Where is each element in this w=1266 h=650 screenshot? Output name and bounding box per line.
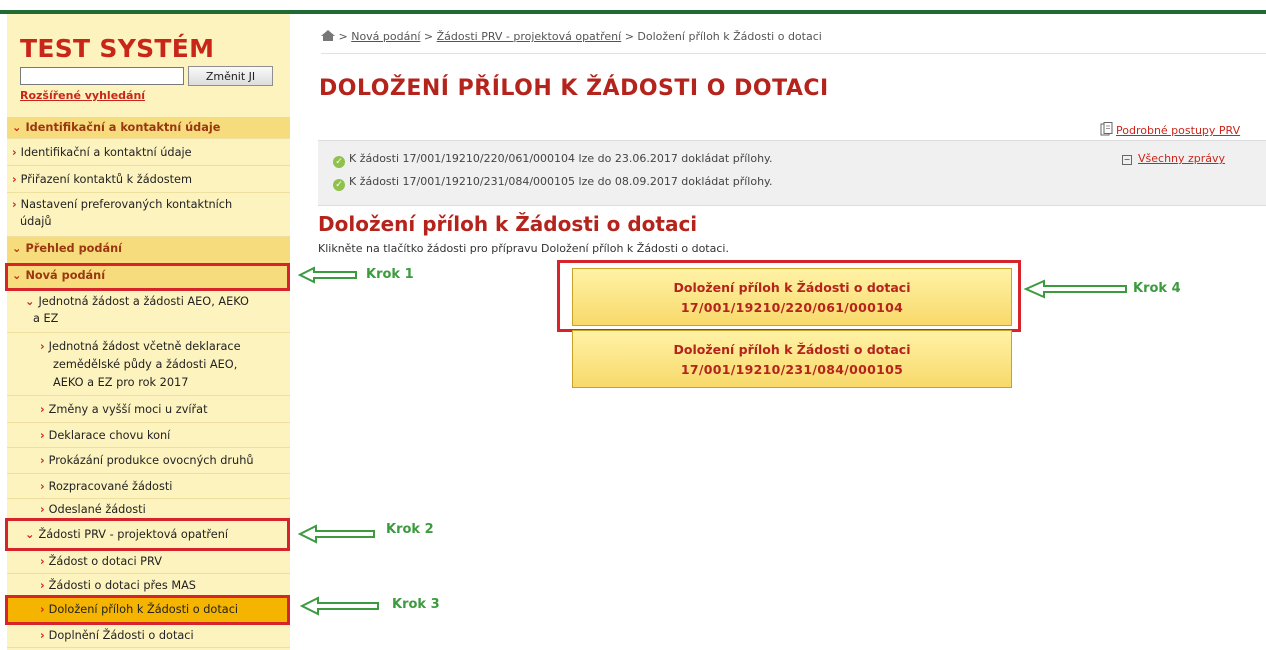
section-title: Doložení příloh k Žádosti o dotaci bbox=[318, 212, 698, 236]
sidebar-item-label-line2: údajů bbox=[20, 215, 52, 228]
divider bbox=[321, 53, 1266, 54]
sidebar-item-label: Identifikační a kontaktní údaje bbox=[25, 121, 221, 134]
page-title: DOLOŽENÍ PŘÍLOH K ŽÁDOSTI O DOTACI bbox=[319, 76, 829, 101]
chevron-right-icon: › bbox=[40, 579, 45, 592]
check-icon: ✓ bbox=[333, 179, 345, 191]
sidebar-item-label: Identifikační a kontaktní údaje bbox=[20, 146, 192, 159]
procedures-link[interactable]: Podrobné postupy PRV bbox=[1100, 122, 1240, 137]
chevron-down-icon: ⌄ bbox=[12, 121, 22, 134]
breadcrumb-separator: > bbox=[423, 30, 434, 43]
chevron-right-icon: › bbox=[40, 503, 45, 516]
chevron-right-icon: › bbox=[12, 173, 17, 186]
sidebar-item-single-application-2017[interactable]: › Jednotná žádost včetně deklarace zemědě… bbox=[7, 333, 290, 396]
sidebar-item-label: Deklarace chovu koní bbox=[48, 429, 171, 442]
step3-arrow-icon bbox=[300, 596, 379, 616]
step2-arrow-icon bbox=[298, 524, 375, 544]
attachment-request-button-1[interactable]: Doložení příloh k Žádosti o dotaci 17/00… bbox=[572, 268, 1012, 326]
chevron-right-icon: › bbox=[40, 555, 45, 568]
sidebar-item-completion[interactable]: › Doplnění Žádosti o dotaci bbox=[7, 623, 290, 648]
procedures-link-label: Podrobné postupy PRV bbox=[1116, 124, 1241, 137]
breadcrumb-separator: > bbox=[624, 30, 634, 43]
step3-highlight-box bbox=[5, 595, 290, 625]
chevron-right-icon: › bbox=[12, 198, 17, 211]
sidebar-item-label-line3: AEKO a EZ pro rok 2017 bbox=[53, 376, 189, 389]
collapse-icon: − bbox=[1122, 155, 1132, 165]
all-messages-link[interactable]: − Všechny zprávy bbox=[1122, 152, 1225, 165]
chevron-right-icon: › bbox=[40, 403, 45, 416]
message-item: ✓ K žádosti 17/001/19210/231/084/000105 l… bbox=[333, 175, 772, 191]
breadcrumb-current: Doložení příloh k Žádosti o dotaci bbox=[637, 30, 822, 43]
sidebar-item-horse-declaration[interactable]: › Deklarace chovu koní bbox=[7, 423, 290, 448]
sidebar-item-prv-subsidy[interactable]: › Žádost o dotaci PRV bbox=[7, 550, 290, 574]
button-request-number: 17/001/19210/220/061/000104 bbox=[680, 300, 904, 315]
breadcrumb-separator: > bbox=[338, 30, 348, 43]
sidebar-item-label: Žádost o dotaci PRV bbox=[48, 555, 162, 568]
search-input[interactable] bbox=[20, 67, 184, 85]
instruction-text: Klikněte na tlačítko žádosti pro příprav… bbox=[318, 242, 729, 255]
chevron-right-icon: › bbox=[12, 146, 17, 159]
sidebar-item-animal-changes[interactable]: › Změny a vyšší moci u zvířat bbox=[7, 396, 290, 423]
sidebar-section-overview[interactable]: ⌄ Přehled podání bbox=[7, 237, 290, 262]
sidebar-item-preferred-contacts[interactable]: › Nastavení preferovaných kontaktních úda… bbox=[7, 193, 290, 237]
step1-label: Krok 1 bbox=[366, 267, 414, 282]
message-text: K žádosti 17/001/19210/220/061/000104 lz… bbox=[349, 152, 773, 165]
step1-highlight-box bbox=[5, 263, 290, 291]
document-icon bbox=[1100, 122, 1113, 136]
sidebar-item-label: Změny a vyšší moci u zvířat bbox=[48, 403, 208, 416]
breadcrumb-new-submissions[interactable]: Nová podání bbox=[351, 30, 420, 43]
sidebar-item-identification[interactable]: › Identifikační a kontaktní údaje bbox=[7, 139, 290, 166]
sidebar-item-mas-subsidy[interactable]: › Žádosti o dotaci přes MAS bbox=[7, 574, 290, 597]
button-request-number: 17/001/19210/231/084/000105 bbox=[680, 362, 904, 377]
chevron-right-icon: › bbox=[40, 480, 45, 493]
chevron-down-icon: ⌄ bbox=[12, 242, 22, 255]
step1-arrow-icon bbox=[298, 266, 357, 284]
attachment-request-button-2[interactable]: Doložení příloh k Žádosti o dotaci 17/00… bbox=[572, 330, 1012, 388]
breadcrumb-prv-requests[interactable]: Žádosti PRV - projektová opatření bbox=[437, 30, 622, 43]
message-text: K žádosti 17/001/19210/231/084/000105 lz… bbox=[349, 175, 773, 188]
chevron-right-icon: › bbox=[40, 340, 45, 353]
message-item: ✓ K žádosti 17/001/19210/220/061/000104 l… bbox=[333, 152, 772, 168]
sidebar-item-label: Přiřazení kontaktů k žádostem bbox=[20, 173, 193, 186]
sidebar-item-label: Přehled podání bbox=[25, 242, 123, 255]
sidebar-item-label: Rozpracované žádosti bbox=[48, 480, 173, 493]
check-icon: ✓ bbox=[333, 156, 345, 168]
sidebar-item-label: Odeslané žádosti bbox=[48, 503, 146, 516]
breadcrumb: > Nová podání > Žádosti PRV - projektová… bbox=[321, 30, 822, 43]
button-label: Doložení příloh k Žádosti o dotaci bbox=[673, 280, 911, 295]
home-icon[interactable] bbox=[321, 30, 335, 41]
chevron-right-icon: › bbox=[40, 629, 45, 642]
sidebar-item-drafts[interactable]: › Rozpracované žádosti bbox=[7, 474, 290, 499]
chevron-down-icon: ⌄ bbox=[25, 295, 35, 308]
sidebar-item-label: Prokázání produkce ovocných druhů bbox=[48, 454, 254, 467]
sidebar-item-label-line2: zemědělské půdy a žádosti AEO, bbox=[53, 358, 238, 371]
button-label: Doložení příloh k Žádosti o dotaci bbox=[673, 342, 911, 357]
sidebar-section-identification[interactable]: ⌄ Identifikační a kontaktní údaje bbox=[7, 117, 290, 139]
sidebar-item-contacts[interactable]: › Přiřazení kontaktů k žádostem bbox=[7, 166, 290, 193]
brand-title: TEST SYSTÉM bbox=[20, 34, 215, 63]
chevron-right-icon: › bbox=[40, 429, 45, 442]
sidebar-group-single-application[interactable]: ⌄ Jednotná žádost a žádosti AEO, AEKO a E… bbox=[7, 289, 290, 333]
change-ji-button[interactable]: Změnit JI bbox=[188, 66, 273, 86]
messages-panel bbox=[318, 140, 1266, 206]
all-messages-label: Všechny zprávy bbox=[1138, 152, 1226, 165]
sidebar-item-label: Žádosti o dotaci přes MAS bbox=[48, 579, 196, 592]
sidebar-item-label: Jednotná žádost včetně deklarace bbox=[48, 340, 241, 353]
step3-label: Krok 3 bbox=[392, 597, 440, 612]
advanced-search-link[interactable]: Rozšířené vyhledání bbox=[20, 89, 145, 102]
step4-label: Krok 4 bbox=[1133, 281, 1181, 296]
chevron-right-icon: › bbox=[40, 454, 45, 467]
sidebar-item-fruit-production[interactable]: › Prokázání produkce ovocných druhů bbox=[7, 448, 290, 474]
sidebar-item-label-line2: a EZ bbox=[33, 312, 59, 325]
step2-label: Krok 2 bbox=[386, 522, 434, 537]
sidebar-item-label: Doplnění Žádosti o dotaci bbox=[48, 629, 194, 642]
sidebar-item-label: Jednotná žádost a žádosti AEO, AEKO bbox=[38, 295, 249, 308]
step4-arrow-icon bbox=[1024, 279, 1127, 299]
step2-highlight-box bbox=[5, 518, 290, 551]
sidebar-item-label: Nastavení preferovaných kontaktních bbox=[20, 198, 233, 211]
